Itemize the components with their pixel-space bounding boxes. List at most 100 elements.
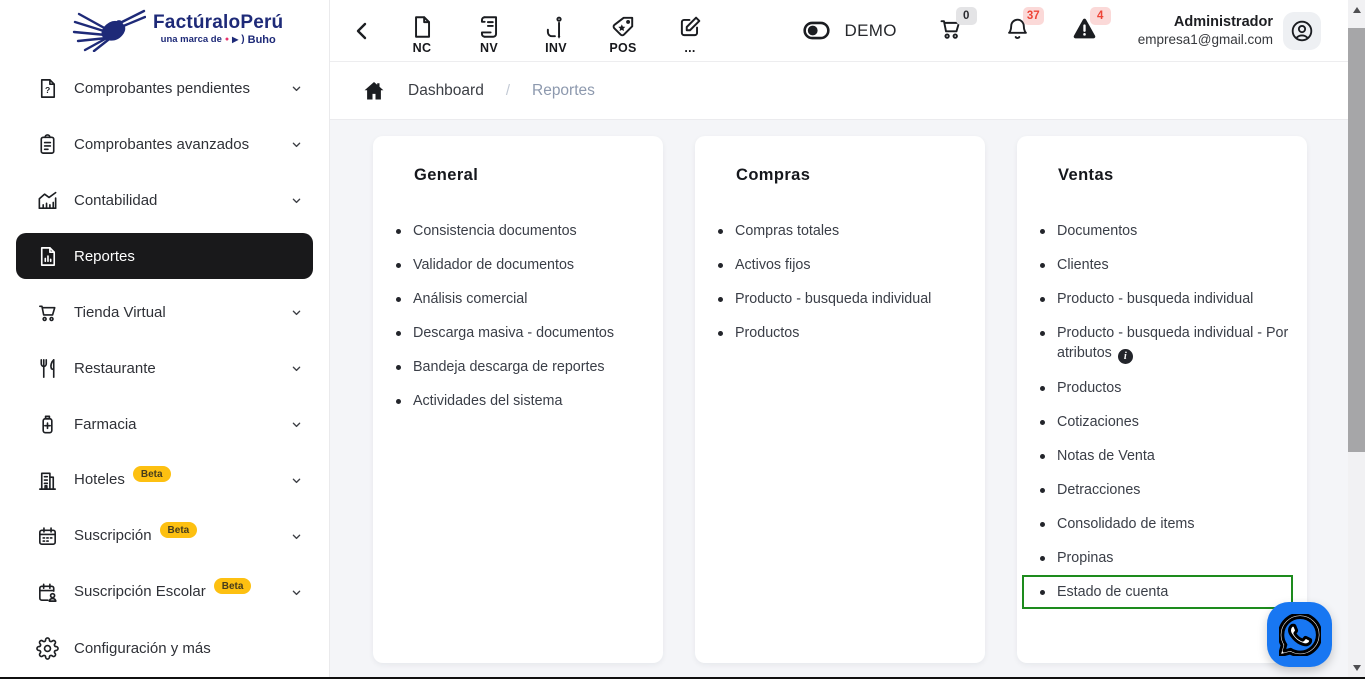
report-link-producto-busqueda-individual[interactable]: Producto - busqueda individual	[695, 282, 985, 316]
breadcrumb-item-dashboard[interactable]: Dashboard	[408, 82, 484, 100]
report-link-compras-totales[interactable]: Compras totales	[695, 214, 985, 248]
chevron-down-icon	[289, 81, 304, 96]
user-area: Administrador empresa1@gmail.com	[1138, 11, 1321, 50]
alerts-button[interactable]: 4	[1071, 6, 1111, 47]
quick-action-pos[interactable]: POS	[601, 7, 645, 55]
card-title: Ventas	[1058, 166, 1114, 184]
report-link-detracciones[interactable]: Detracciones	[1017, 473, 1307, 507]
card-report-list: Compras totales Activos fijos Producto - b…	[695, 214, 985, 350]
breadcrumb: Dashboard / Reportes	[330, 62, 1365, 120]
report-link-propinas[interactable]: Propinas	[1017, 541, 1307, 575]
report-link-activos-fijos[interactable]: Activos fijos	[695, 248, 985, 282]
svg-text:?: ?	[45, 84, 50, 94]
report-link-validador-de-documentos[interactable]: Validador de documentos	[373, 248, 663, 282]
quick-action-label: NV	[480, 40, 498, 55]
report-link-productos[interactable]: Productos	[695, 316, 985, 350]
quick-action-more[interactable]: ...	[668, 7, 712, 55]
report-link-producto-busqueda-individual-por-atributos[interactable]: Producto - busqueda individual - Por atr…	[1017, 316, 1307, 371]
sidebar-item-reportes[interactable]: Reportes	[16, 233, 313, 279]
sidebar-item-label: Restaurante	[74, 359, 156, 377]
chevron-down-icon	[289, 417, 304, 432]
report-link-label: Descarga masiva - documentos	[413, 325, 615, 341]
report-link-label: Consolidado de items	[1057, 516, 1195, 532]
sidebar-item-label: Farmacia	[74, 415, 137, 433]
report-link-estado-de-cuenta[interactable]: Estado de cuenta	[1022, 575, 1293, 609]
report-link-productos[interactable]: Productos	[1017, 371, 1307, 405]
sidebar-item-comprobantes-pendientes[interactable]: ? Comprobantes pendientes	[0, 60, 329, 116]
card-general: General Consistencia documentos Validador …	[373, 136, 663, 663]
sidebar-item-label: Suscripción Escolar Beta	[74, 578, 252, 602]
report-link-label: Producto - busqueda individual	[1057, 291, 1254, 307]
breadcrumb-item-reportes: Reportes	[532, 81, 595, 99]
scrollbar-down-arrow[interactable]	[1348, 659, 1365, 676]
quick-action-label: POS	[609, 40, 637, 55]
notifications-button[interactable]: 37	[1004, 6, 1044, 47]
report-link-descarga-masiva-documentos[interactable]: Descarga masiva - documentos	[373, 316, 663, 350]
report-link-label: Cotizaciones	[1057, 414, 1139, 430]
chevron-down-icon	[289, 361, 304, 376]
buho-mark-dot-icon: ●	[224, 35, 230, 43]
scrollbar-up-arrow[interactable]	[1348, 1, 1365, 18]
report-link-documentos[interactable]: Documentos	[1017, 214, 1307, 248]
accounting-chart-icon	[36, 189, 59, 212]
whatsapp-button[interactable]	[1267, 602, 1332, 667]
credit-note-icon	[409, 14, 435, 40]
sidebar-item-label: Contabilidad	[74, 191, 158, 209]
sidebar-item-comprobantes-avanzados[interactable]: Comprobantes avanzados	[0, 116, 329, 172]
sidebar-item-label: Suscripción Beta	[74, 522, 198, 546]
quick-action-nc[interactable]: NC	[400, 7, 444, 55]
report-link-analisis-comercial[interactable]: Análisis comercial	[373, 282, 663, 316]
whatsapp-icon	[1278, 613, 1321, 656]
report-link-notas-de-venta[interactable]: Notas de Venta	[1017, 439, 1307, 473]
sidebar-item-tienda-virtual[interactable]: Tienda Virtual	[0, 284, 329, 340]
bullet-icon	[1040, 419, 1045, 425]
report-link-clientes[interactable]: Clientes	[1017, 248, 1307, 282]
report-link-label: Clientes	[1057, 257, 1109, 273]
app-logo[interactable]: FactúraloPerú una marca de ● ▶) Buho	[72, 0, 329, 58]
pharmacy-icon	[36, 413, 59, 436]
chevron-down-icon	[289, 473, 304, 488]
quick-action-label: NC	[412, 40, 432, 55]
sidebar-item-suscripcion[interactable]: Suscripción Beta	[0, 508, 329, 564]
bullet-icon	[396, 364, 401, 370]
scrollbar-thumb[interactable]	[1348, 28, 1365, 452]
home-icon[interactable]	[362, 79, 386, 103]
report-link-consolidado-de-items[interactable]: Consolidado de items	[1017, 507, 1307, 541]
quick-action-inv[interactable]: INV	[534, 7, 578, 55]
info-icon[interactable]: i	[1117, 349, 1133, 364]
report-link-producto-busqueda-individual[interactable]: Producto - busqueda individual	[1017, 282, 1307, 316]
quick-action-nv[interactable]: NV	[467, 7, 511, 55]
sidebar-item-suscripcion-escolar[interactable]: Suscripción Escolar Beta	[0, 564, 329, 620]
user-avatar-button[interactable]	[1283, 11, 1321, 50]
chevron-down-icon	[289, 193, 304, 208]
report-link-bandeja-descarga-de-reportes[interactable]: Bandeja descarga de reportes	[373, 350, 663, 384]
bullet-icon	[718, 228, 723, 234]
report-link-actividades-del-sistema[interactable]: Actividades del sistema	[373, 384, 663, 418]
card-ventas: Ventas Documentos Clientes Producto - busqu…	[1017, 136, 1307, 663]
report-link-cotizaciones[interactable]: Cotizaciones	[1017, 405, 1307, 439]
collapse-sidebar-button[interactable]	[350, 19, 374, 43]
demo-label: DEMO	[844, 20, 897, 40]
sidebar-item-configuracion-y-mas[interactable]: Configuración y más	[0, 620, 329, 676]
bullet-icon	[1040, 589, 1045, 595]
page-scrollbar[interactable]	[1348, 0, 1365, 677]
card-report-list: Documentos Clientes Producto - busqueda in…	[1017, 214, 1307, 609]
report-link-label: Detracciones	[1057, 482, 1141, 498]
demo-mode-toggle[interactable]: DEMO	[798, 16, 897, 45]
sidebar-item-contabilidad[interactable]: Contabilidad	[0, 172, 329, 228]
sidebar-item-hoteles[interactable]: Hoteles Beta	[0, 452, 329, 508]
report-link-label: Análisis comercial	[413, 291, 528, 307]
bullet-icon	[1040, 296, 1045, 302]
sidebar-item-restaurante[interactable]: Restaurante	[0, 340, 329, 396]
edit-icon	[677, 14, 703, 40]
breadcrumb-separator: /	[505, 82, 510, 99]
cart-icon	[36, 301, 59, 324]
brand-text: FactúraloPerú una marca de ● ▶) Buho	[153, 12, 283, 46]
cart-button[interactable]: 0	[937, 6, 977, 47]
sidebar-item-label: Configuración y más	[74, 639, 211, 657]
user-info: Administrador empresa1@gmail.com	[1138, 14, 1273, 48]
cart-count-badge: 0	[955, 6, 977, 25]
report-link-consistencia-documentos[interactable]: Consistencia documentos	[373, 214, 663, 248]
sidebar-item-farmacia[interactable]: Farmacia	[0, 396, 329, 452]
hotel-icon	[36, 469, 59, 492]
